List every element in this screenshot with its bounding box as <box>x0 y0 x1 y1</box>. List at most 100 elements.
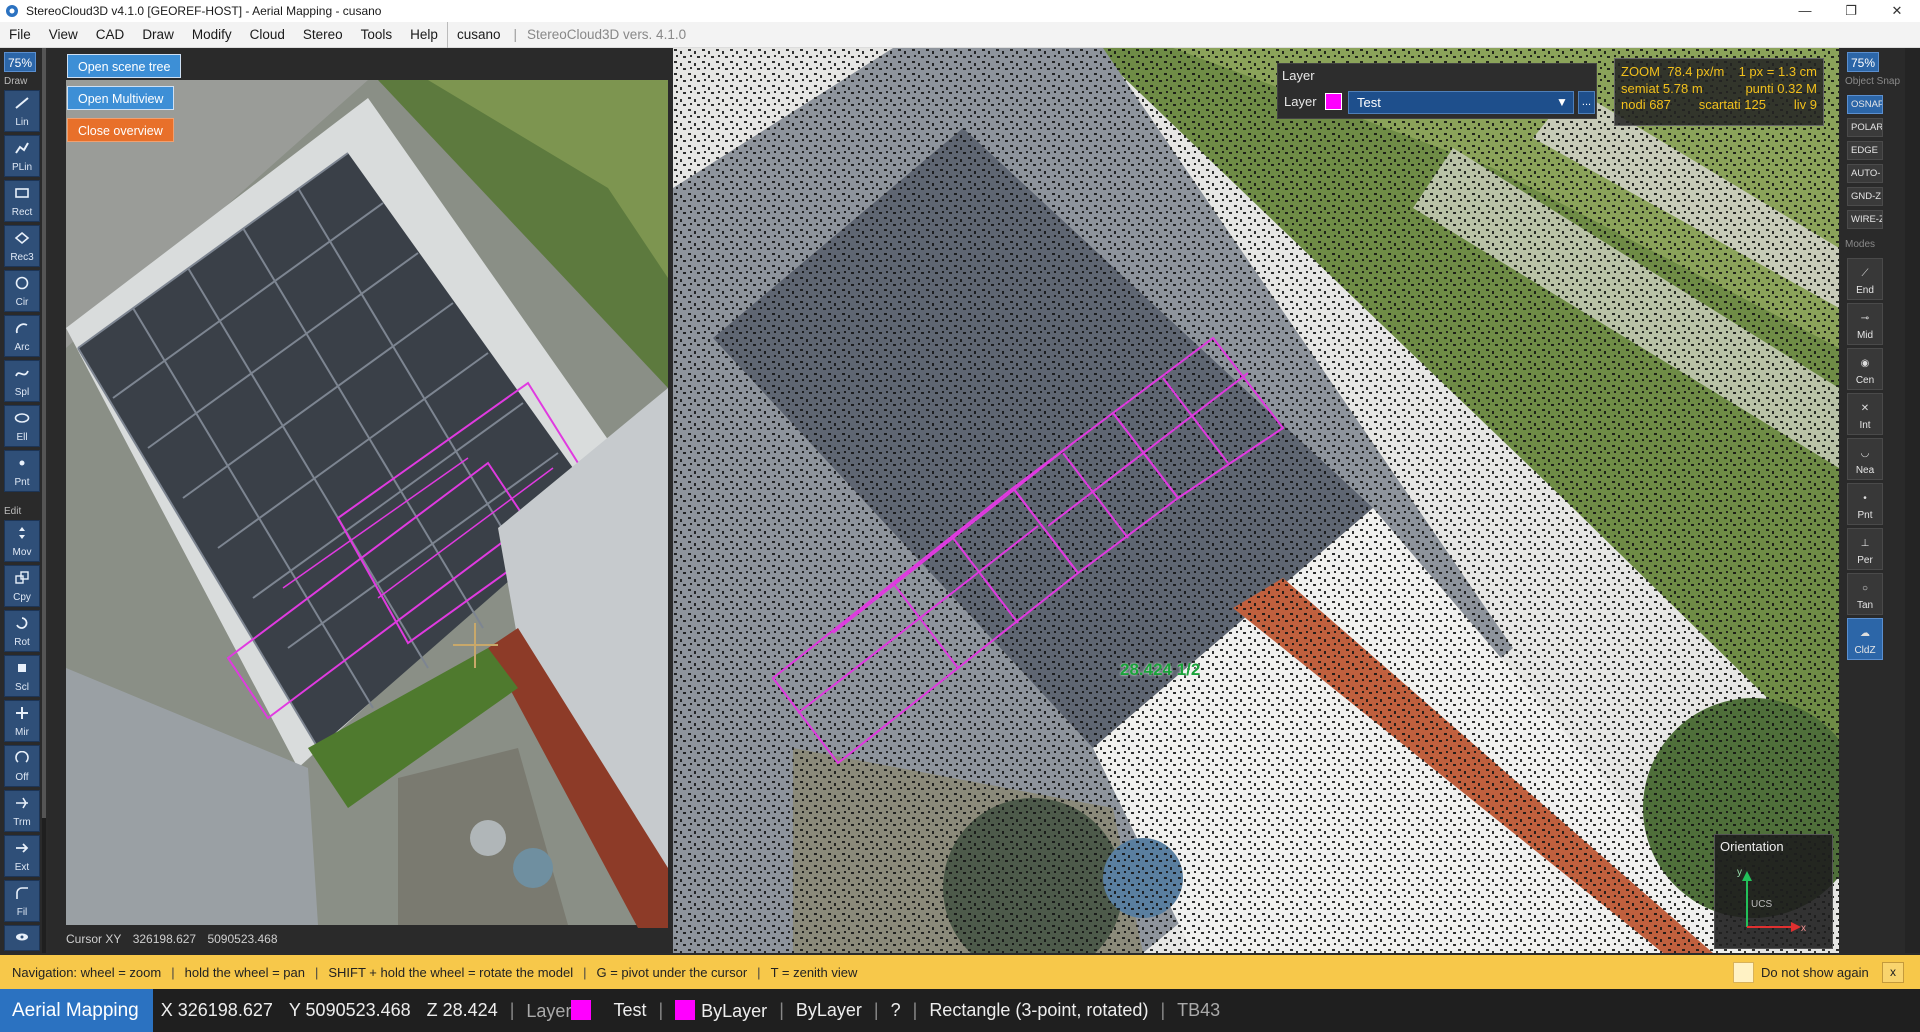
menu-bar: File View CAD Draw Modify Cloud Stereo T… <box>0 21 1920 48</box>
tool-label: Pnt <box>14 477 30 488</box>
ellipse-tool-button[interactable]: Ell <box>4 405 40 447</box>
dont-show-again-checkbox[interactable] <box>1733 962 1754 983</box>
snap-mid-button[interactable]: ⊸ Mid <box>1847 303 1883 345</box>
trim-tool-button[interactable]: Trm <box>4 790 40 832</box>
status-layer-label[interactable]: Layer <box>518 999 605 1022</box>
point-tool-button[interactable]: Pnt <box>4 450 40 492</box>
circle-tool-button[interactable]: Cir <box>4 270 40 312</box>
rectangle-tool-button[interactable]: Rect <box>4 180 40 222</box>
snap-nearest-button[interactable]: ◡ Nea <box>1847 438 1883 480</box>
tool-label: Cpy <box>13 592 31 603</box>
overview-pane[interactable]: Open scene tree Open Multiview Close ove… <box>48 48 673 953</box>
minimize-button[interactable]: — <box>1782 0 1828 22</box>
edge-toggle[interactable]: EDGE <box>1847 141 1883 160</box>
wire-z-toggle[interactable]: WIRE-Z <box>1847 210 1883 229</box>
offset-tool-button[interactable]: Off <box>4 745 40 787</box>
nav-separator: | <box>757 964 761 980</box>
edit-section-label: Edit <box>4 506 22 517</box>
mode-label: Mid <box>1856 330 1874 341</box>
menu-file[interactable]: File <box>0 22 40 48</box>
ucs-label: UCS <box>1751 899 1772 910</box>
nearest-icon: ◡ <box>1860 448 1870 459</box>
right-panel-scrollbar[interactable] <box>1905 48 1920 953</box>
polyline-tool-button[interactable]: PLin <box>4 135 40 177</box>
snap-center-button[interactable]: ◉ Cen <box>1847 348 1883 390</box>
polar-toggle[interactable]: POLAR <box>1847 118 1883 137</box>
spline-tool-button[interactable]: Spl <box>4 360 40 402</box>
chevron-down-icon[interactable]: ▼ <box>1553 93 1571 112</box>
px-value: 1 px = 1.3 cm <box>1738 64 1817 79</box>
status-color-text: ByLayer <box>701 1000 768 1021</box>
zoom-value: 78.4 px/m <box>1667 64 1725 79</box>
gnd-z-toggle[interactable]: GND-Z <box>1847 187 1883 206</box>
auto-toggle[interactable]: AUTO- <box>1847 164 1883 183</box>
tool-label: Rot <box>14 637 30 648</box>
layer-select[interactable]: Test ▼ <box>1348 91 1574 114</box>
perpendicular-icon: ⊥ <box>1860 538 1870 549</box>
tool-label: Off <box>15 772 29 783</box>
scale-icon <box>13 660 31 676</box>
mirror-tool-button[interactable]: Mir <box>4 700 40 742</box>
more-tools-button[interactable] <box>4 925 40 951</box>
snap-intersection-button[interactable]: ✕ Int <box>1847 393 1883 435</box>
menu-cad[interactable]: CAD <box>87 22 134 48</box>
close-window-button[interactable]: ✕ <box>1874 0 1920 22</box>
rect3-tool-button[interactable]: Rec3 <box>4 225 40 267</box>
layer-panel-title: Layer <box>1282 68 1315 83</box>
move-tool-button[interactable]: Mov <box>4 520 40 562</box>
snap-perpendicular-button[interactable]: ⊥ Per <box>1847 528 1883 570</box>
fillet-tool-button[interactable]: Fil <box>4 880 40 922</box>
menu-tools[interactable]: Tools <box>352 22 402 48</box>
level-value: liv 9 <box>1793 97 1817 112</box>
menu-stereo[interactable]: Stereo <box>294 22 352 48</box>
mirror-icon <box>13 705 31 721</box>
arc-tool-button[interactable]: Arc <box>4 315 40 357</box>
menu-cloud[interactable]: Cloud <box>241 22 294 48</box>
draw-section-label: Draw <box>4 76 28 87</box>
extend-tool-button[interactable]: Ext <box>4 835 40 877</box>
scrollbar-thumb[interactable] <box>42 48 46 818</box>
left-toolbar-scrollbar[interactable] <box>42 48 46 953</box>
status-separator: | <box>873 1000 879 1020</box>
axis-x-label: x <box>1801 923 1806 934</box>
workspace-mode-tag[interactable]: Aerial Mapping <box>0 989 153 1032</box>
menu-draw[interactable]: Draw <box>133 22 183 48</box>
right-zoom-badge[interactable]: 75% <box>1847 52 1879 72</box>
cursor-xy-readout: Cursor XY 326198.627 5090523.468 <box>66 932 286 946</box>
ellipse-icon <box>13 410 31 426</box>
scale-tool-button[interactable]: Scl <box>4 655 40 697</box>
layer-more-button[interactable]: ... <box>1578 91 1595 114</box>
close-overview-button[interactable]: Close overview <box>67 118 174 142</box>
polyline-icon <box>13 140 31 156</box>
menu-help[interactable]: Help <box>401 22 447 48</box>
menu-view[interactable]: View <box>40 22 87 48</box>
snap-cloud-z-button[interactable]: ☁ CldZ <box>1847 618 1883 660</box>
point-cloud-viewport[interactable]: 28.424 1/2 <box>673 48 1839 953</box>
snap-point-button[interactable]: • Pnt <box>1847 483 1883 525</box>
ui-zoom-badge[interactable]: 75% <box>4 52 36 72</box>
osnap-toggle[interactable]: OSNAP <box>1847 95 1883 114</box>
status-linetype[interactable]: ByLayer <box>788 1000 870 1021</box>
orientation-gizmo[interactable]: Orientation y UCS x <box>1714 834 1833 949</box>
tool-label: Rect <box>11 207 33 218</box>
window-title: StereoCloud3D v4.1.0 [GEOREF-HOST] - Aer… <box>26 4 382 18</box>
maximize-button[interactable]: ❐ <box>1828 0 1874 22</box>
snap-end-button[interactable]: ⟋ End <box>1847 258 1883 300</box>
point-icon: • <box>1863 493 1867 504</box>
layer-color-swatch[interactable] <box>1325 93 1342 110</box>
status-help[interactable]: ? <box>883 1000 909 1021</box>
status-layer-name[interactable]: Test <box>605 1000 654 1021</box>
extend-icon <box>13 840 31 856</box>
copy-tool-button[interactable]: Cpy <box>4 565 40 607</box>
tool-label: Trm <box>13 817 31 828</box>
menu-modify[interactable]: Modify <box>183 22 241 48</box>
snap-tangent-button[interactable]: ○ Tan <box>1847 573 1883 615</box>
rotate-tool-button[interactable]: Rot <box>4 610 40 652</box>
close-tip-button[interactable]: x <box>1882 962 1904 983</box>
line-tool-button[interactable]: Lin <box>4 90 40 132</box>
open-multiview-button[interactable]: Open Multiview <box>67 86 175 110</box>
status-color[interactable]: ByLayer <box>667 999 775 1022</box>
point-cloud-render <box>673 48 1839 953</box>
open-scene-tree-button[interactable]: Open scene tree <box>67 54 182 78</box>
layer-row-label: Layer <box>1284 94 1317 109</box>
